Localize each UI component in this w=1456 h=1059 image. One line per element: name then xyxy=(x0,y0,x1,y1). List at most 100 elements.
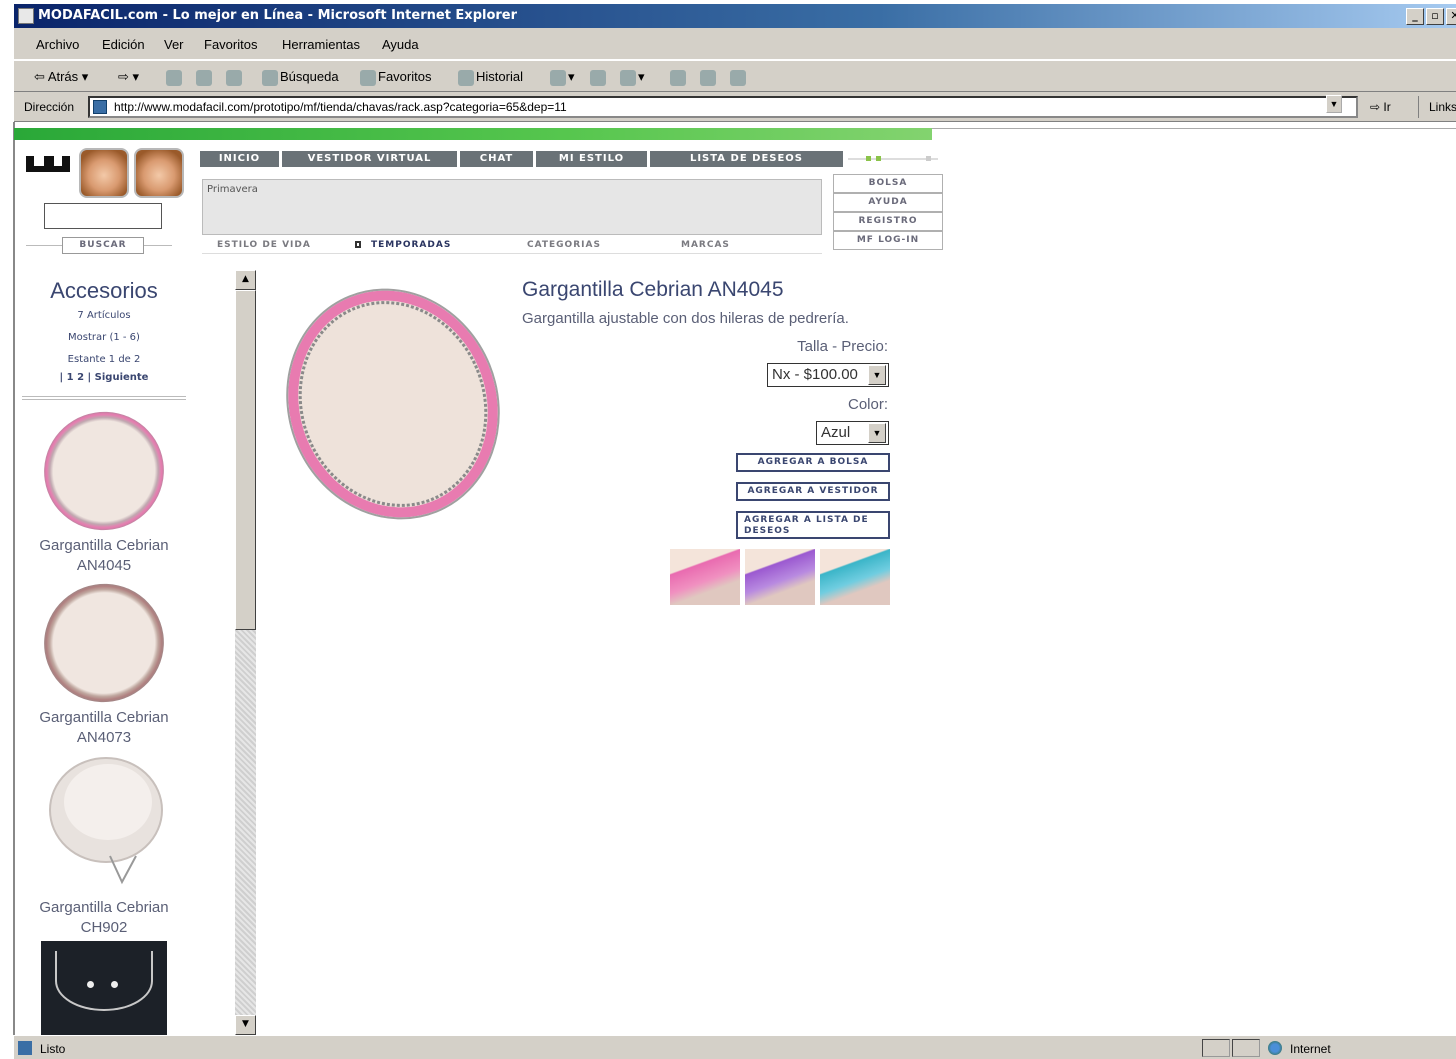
links-button[interactable]: Links xyxy=(1418,96,1456,118)
earring-left xyxy=(87,981,94,988)
maximize-button[interactable]: ▫ xyxy=(1426,8,1444,25)
agregar-a-lista-de-deseos-button[interactable]: AGREGAR A LISTA DE DESEOS xyxy=(736,511,890,539)
refresh-button[interactable] xyxy=(196,69,214,86)
history-button[interactable]: Historial xyxy=(458,69,523,86)
contacts-icon xyxy=(730,69,746,86)
contacts-button[interactable] xyxy=(730,69,748,86)
menu-herramientas[interactable]: Herramientas xyxy=(282,37,360,52)
bolsa-button[interactable]: BOLSA xyxy=(833,174,943,193)
category-shelf: Estante 1 de 2 xyxy=(67,354,141,365)
subnav-categorias[interactable]: CATEGORIAS xyxy=(527,240,601,250)
color-select[interactable]: Azul ▼ xyxy=(816,421,889,445)
item-thumb-ch902[interactable] xyxy=(44,752,164,896)
product-title: Gargantilla Cebrian AN4045 xyxy=(522,278,784,301)
swatch-purple[interactable] xyxy=(745,549,815,605)
go-button[interactable]: ⇨ Ir xyxy=(1370,100,1391,114)
category-title: Accesorios xyxy=(50,278,158,303)
stop-button[interactable] xyxy=(166,69,184,86)
item-name-line1: Gargantilla Cebrian xyxy=(39,709,169,726)
swatch-blue[interactable] xyxy=(820,549,890,605)
search-button[interactable]: Búsqueda xyxy=(262,69,339,86)
logo-icon xyxy=(26,156,70,172)
chevron-down-icon: ▼ xyxy=(868,365,886,385)
nav-vestidor-virtual[interactable]: VESTIDOR VIRTUAL xyxy=(282,151,460,167)
item-thumb-an4073[interactable] xyxy=(27,567,181,719)
scroll-down-icon[interactable]: ▼ xyxy=(235,1015,256,1035)
page-status-icon xyxy=(18,1041,32,1055)
item-name-line2: AN4073 xyxy=(76,729,132,746)
model-face-avatar-1[interactable] xyxy=(79,148,129,198)
subnav-estilo-de-vida[interactable]: ESTILO DE VIDA xyxy=(217,240,311,250)
buscar-button[interactable]: BUSCAR xyxy=(62,237,144,254)
close-button[interactable]: ✕ xyxy=(1446,8,1456,25)
favorites-icon xyxy=(360,69,376,86)
menu-ayuda[interactable]: Ayuda xyxy=(382,37,419,52)
menu-favoritos[interactable]: Favoritos xyxy=(204,37,257,52)
agregar-a-vestidor-button[interactable]: AGREGAR A VESTIDOR xyxy=(736,482,890,501)
scroll-thumb[interactable] xyxy=(235,290,256,630)
edit-button[interactable]: ▾ xyxy=(620,69,645,86)
site-logo[interactable] xyxy=(24,154,72,176)
edit-icon xyxy=(620,69,636,86)
address-dropdown-icon[interactable]: ▼ xyxy=(1326,95,1342,113)
nav-inicio[interactable]: INICIO xyxy=(200,151,282,167)
item-name-line2: CH902 xyxy=(80,919,128,936)
talla-precio-value: Nx - $100.00 xyxy=(772,366,858,383)
stop-icon xyxy=(166,69,182,86)
item-name-an4045[interactable]: Gargantilla Cebrian AN4045 xyxy=(22,536,186,576)
site-search-input[interactable] xyxy=(44,203,162,229)
page-icon xyxy=(93,100,107,114)
messenger-icon xyxy=(700,69,716,86)
favorites-label: Favoritos xyxy=(378,69,432,84)
messenger-button[interactable] xyxy=(700,69,718,86)
item-name-an4073[interactable]: Gargantilla Cebrian AN4073 xyxy=(22,708,186,748)
nav-dot xyxy=(876,156,881,161)
agregar-a-bolsa-button[interactable]: AGREGAR A BOLSA xyxy=(736,453,890,472)
favorites-button[interactable]: Favoritos xyxy=(360,69,431,86)
model-face-avatar-2[interactable] xyxy=(134,148,184,198)
menu-archivo[interactable]: Archivo xyxy=(36,37,79,52)
address-url: http://www.modafacil.com/prototipo/mf/ti… xyxy=(114,100,567,114)
nav-mi-estilo[interactable]: MI ESTILO xyxy=(536,151,650,167)
discuss-button[interactable] xyxy=(670,69,688,86)
neck-display-shape xyxy=(55,951,153,1011)
address-input[interactable]: http://www.modafacil.com/prototipo/mf/ti… xyxy=(88,96,1358,118)
print-button[interactable] xyxy=(590,69,608,86)
go-arrow-icon: ⇨ xyxy=(1370,100,1381,114)
category-pagination[interactable]: | 1 2 | Siguiente xyxy=(22,372,186,383)
item-thumb-earrings[interactable] xyxy=(41,941,167,1035)
status-cell xyxy=(1232,1039,1260,1057)
scroll-up-icon[interactable]: ▲ xyxy=(235,270,256,290)
registro-button[interactable]: REGISTRO xyxy=(833,212,943,231)
header-green-band xyxy=(14,128,932,140)
item-thumb-an4045[interactable] xyxy=(27,395,181,547)
home-button[interactable] xyxy=(226,69,244,86)
window-title: MODAFACIL.com - Lo mejor en Línea - Micr… xyxy=(38,8,518,23)
nav-chat[interactable]: CHAT xyxy=(460,151,536,167)
subnav-temporadas[interactable]: TEMPORADAS xyxy=(371,240,451,250)
forward-button[interactable]: ⇨ ▾ xyxy=(118,69,139,85)
item-name-ch902[interactable]: Gargantilla Cebrian CH902 xyxy=(22,898,186,938)
nav-lista-de-deseos[interactable]: LISTA DE DESEOS xyxy=(650,151,846,167)
swatch-pink[interactable] xyxy=(670,549,740,605)
minimize-button[interactable]: _ xyxy=(1406,8,1424,25)
subnav-marcas[interactable]: MARCAS xyxy=(681,240,730,250)
menu-ver[interactable]: Ver xyxy=(164,37,184,52)
browser-toolbar: ⇦ Atrás ▾ ⇨ ▾ Búsqueda Favoritos Histori… xyxy=(14,60,1456,92)
ayuda-button[interactable]: AYUDA xyxy=(833,193,943,212)
mail-button[interactable]: ▾ xyxy=(550,69,575,86)
internet-globe-icon xyxy=(1268,1041,1282,1055)
menu-bar: Archivo Edición Ver Favoritos Herramient… xyxy=(14,28,1456,60)
discuss-icon xyxy=(670,69,686,86)
talla-precio-select[interactable]: Nx - $100.00 ▼ xyxy=(767,363,889,387)
back-button[interactable]: ⇦ Atrás ▾ xyxy=(34,69,88,85)
subnav-underline xyxy=(202,253,822,254)
color-value: Azul xyxy=(821,424,851,441)
nav-decoration-line xyxy=(848,158,938,160)
mf-login-button[interactable]: MF LOG-IN xyxy=(833,231,943,250)
address-bar: Dirección http://www.modafacil.com/proto… xyxy=(14,92,1456,122)
category-count: 7 Artículos xyxy=(77,310,131,321)
rack-scrollbar[interactable]: ▲ ▼ xyxy=(235,270,256,1035)
menu-edicion[interactable]: Edición xyxy=(102,37,145,52)
history-icon xyxy=(458,69,474,86)
